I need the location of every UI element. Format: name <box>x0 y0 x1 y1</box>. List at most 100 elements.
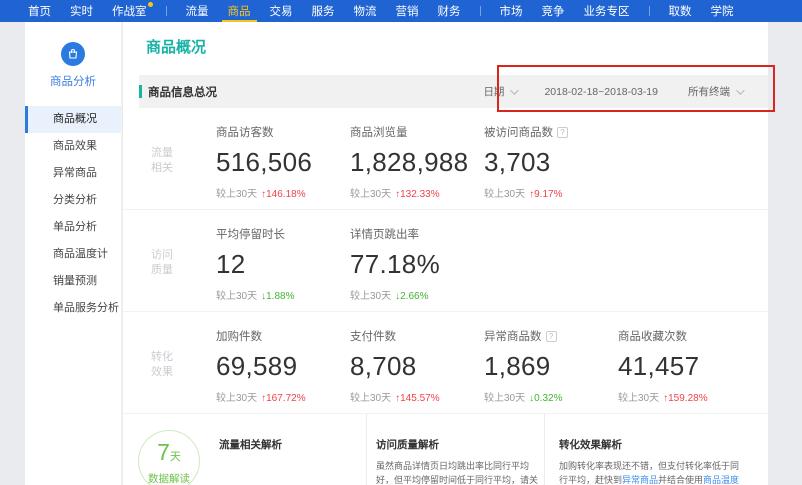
metric-card-1-0: 平均停留时长12较上30天↓1.88% <box>216 226 350 311</box>
section-accent-bar <box>139 85 142 98</box>
nav-item-17[interactable]: 学院 <box>711 0 734 22</box>
section-title: 商品信息总况 <box>148 84 217 100</box>
insights-section: 7天 数据解读 流量相关解析 访问质量解析虽然商品详情页日均跳出率比同行平均好，… <box>123 413 768 485</box>
date-range-picker[interactable]: 2018-02-18~2018-03-19 <box>544 86 658 98</box>
metric-compare: 较上30天↑167.72% <box>216 389 350 404</box>
metric-card-0-1: 商品浏览量1,828,988较上30天↑132.33% <box>350 124 484 209</box>
metric-label: 商品收藏次数 <box>618 328 752 344</box>
chevron-down-icon <box>736 86 744 94</box>
nav-item-9[interactable]: 营销 <box>396 0 419 22</box>
metric-compare: 较上30天↓2.66% <box>350 287 484 302</box>
metric-compare: 较上30天↑159.28% <box>618 389 752 404</box>
metric-value: 8,708 <box>350 351 484 382</box>
sidebar-menu: 商品概况商品效果异常商品分类分析单品分析商品温度计销量预测单品服务分析 <box>25 106 121 322</box>
metric-group-label: 访问质量 <box>151 226 216 311</box>
metric-label: 被访问商品数? <box>484 124 618 140</box>
terminal-dropdown[interactable]: 所有终端 <box>688 84 742 99</box>
seven-day-badge: 7天 数据解读 <box>138 430 200 485</box>
metric-value: 516,506 <box>216 147 350 178</box>
metric-label: 商品浏览量 <box>350 124 484 140</box>
nav-item-5[interactable]: 商品 <box>228 0 251 22</box>
insight-body: 虽然商品详情页日均跳出率比同行平均好，但平均停留时间低于同行平均，请关注页面推荐… <box>376 460 544 485</box>
sidebar: 商品分析 商品概况商品效果异常商品分类分析单品分析商品温度计销量预测单品服务分析 <box>25 22 122 485</box>
metric-card-1-1: 详情页跳出率77.18%较上30天↓2.66% <box>350 226 484 311</box>
shopping-bag-icon <box>61 42 85 66</box>
screen: 首页实时作战室 流量商品交易服务物流营销财务 市场竞争业务专区 取数学院 商品分析 商… <box>0 0 802 485</box>
metric-value: 69,589 <box>216 351 350 382</box>
date-type-dropdown[interactable]: 日期 <box>483 84 516 99</box>
nav-item-6[interactable]: 交易 <box>270 0 293 22</box>
sidebar-item-0[interactable]: 商品概况 <box>25 106 121 133</box>
arrow-down-change: ↓1.88% <box>261 291 294 302</box>
metric-label: 详情页跳出率 <box>350 226 484 242</box>
insight-text: 并结合使用 <box>658 475 703 485</box>
insight-title: 流量相关解析 <box>219 437 366 452</box>
nav-divider <box>480 6 481 16</box>
sidebar-item-7[interactable]: 单品服务分析 <box>25 295 121 322</box>
nav-item-13[interactable]: 竞争 <box>542 0 565 22</box>
metric-row-2: 转化效果加购件数69,589较上30天↑167.72%支付件数8,708较上30… <box>123 312 768 414</box>
badge-number: 7 <box>157 439 170 465</box>
metric-card-2-2: 异常商品数?1,869较上30天↓0.32% <box>484 328 618 413</box>
arrow-up-change: ↑146.18% <box>261 189 305 200</box>
metric-label: 加购件数 <box>216 328 350 344</box>
chevron-down-icon <box>511 86 519 94</box>
arrow-up-change: ↑159.28% <box>663 393 707 404</box>
insight-column-conversion: 转化效果解析加购转化率表现还不错，但支付转化率低于同行平均，赶快到异常商品并结合… <box>544 413 768 485</box>
nav-item-2[interactable]: 作战室 <box>112 0 147 22</box>
metric-compare: 较上30天↑145.57% <box>350 389 484 404</box>
metrics-panel: 流量相关商品访客数516,506较上30天↑146.18%商品浏览量1,828,… <box>123 108 768 414</box>
nav-item-7[interactable]: 服务 <box>312 0 335 22</box>
nav-item-10[interactable]: 财务 <box>438 0 461 22</box>
sidebar-item-3[interactable]: 分类分析 <box>25 187 121 214</box>
metric-value: 3,703 <box>484 147 618 178</box>
nav-item-4[interactable]: 流量 <box>186 0 209 22</box>
arrow-up-change: ↑132.33% <box>395 189 439 200</box>
insight-title: 访问质量解析 <box>376 437 544 452</box>
sidebar-item-6[interactable]: 销量预测 <box>25 268 121 295</box>
section-header-bar: 商品信息总况 日期 2018-02-18~2018-03-19 所有终端 <box>139 75 768 108</box>
metric-card-2-0: 加购件数 69,589 较上30天↑167.72% <box>216 328 350 413</box>
metric-label: 商品访客数 <box>216 124 350 140</box>
nav-item-1[interactable]: 实时 <box>70 0 93 22</box>
nav-divider <box>649 6 650 16</box>
metric-row-0: 流量相关商品访客数516,506较上30天↑146.18%商品浏览量1,828,… <box>123 108 768 210</box>
sidebar-title: 商品分析 <box>25 73 121 89</box>
nav-item-0[interactable]: 首页 <box>28 0 51 22</box>
insight-title: 转化效果解析 <box>559 437 746 452</box>
date-type-label: 日期 <box>483 84 504 99</box>
metric-card-0-2: 被访问商品数? 3,703 较上30天↑9.17% <box>484 124 618 209</box>
insight-link[interactable]: 异常商品 <box>622 475 658 485</box>
insight-body: 加购转化率表现还不错，但支付转化率低于同行平均，赶快到异常商品并结合使用商品温度… <box>559 460 746 485</box>
page-title: 商品概况 <box>146 36 206 57</box>
arrow-up-change: ↑167.72% <box>261 393 305 404</box>
nav-item-8[interactable]: 物流 <box>354 0 377 22</box>
arrow-up-change: ↑145.57% <box>395 393 439 404</box>
sidebar-item-5[interactable]: 商品温度计 <box>25 241 121 268</box>
nav-item-16[interactable]: 取数 <box>669 0 692 22</box>
metric-compare: 较上30天↑9.17% <box>484 185 618 200</box>
metric-card-0-0: 商品访客数516,506较上30天↑146.18% <box>216 124 350 209</box>
metric-value: 1,828,988 <box>350 147 484 178</box>
page-body: 商品分析 商品概况商品效果异常商品分类分析单品分析商品温度计销量预测单品服务分析… <box>0 22 802 485</box>
metric-row-1: 访问质量平均停留时长12较上30天↓1.88%详情页跳出率77.18%较上30天… <box>123 210 768 312</box>
metric-value: 41,457 <box>618 351 752 382</box>
nav-item-14[interactable]: 业务专区 <box>584 0 630 22</box>
metric-compare: 较上30天↓1.88% <box>216 287 350 302</box>
help-icon[interactable]: ? <box>557 127 568 138</box>
badge-unit: 天 <box>170 451 181 463</box>
insight-text: 虽然商品详情页日均跳出率比同行平均好，但平均停留时间低于同行平均，请关注页面推荐… <box>376 461 538 485</box>
help-icon[interactable]: ? <box>546 331 557 342</box>
metric-value: 1,869 <box>484 351 618 382</box>
arrow-up-change: ↑9.17% <box>529 189 562 200</box>
insight-column-traffic: 流量相关解析 <box>200 413 366 485</box>
sidebar-item-2[interactable]: 异常商品 <box>25 160 121 187</box>
sidebar-item-1[interactable]: 商品效果 <box>25 133 121 160</box>
nav-item-12[interactable]: 市场 <box>500 0 523 22</box>
sidebar-item-4[interactable]: 单品分析 <box>25 214 121 241</box>
main-content: 商品概况 商品信息总况 日期 2018-02-18~2018-03-19 所有终… <box>123 22 768 485</box>
sidebar-header: 商品分析 <box>25 22 121 89</box>
arrow-down-change: ↓2.66% <box>395 291 428 302</box>
badge-caption: 数据解读 <box>139 471 199 485</box>
metric-value: 12 <box>216 249 350 280</box>
